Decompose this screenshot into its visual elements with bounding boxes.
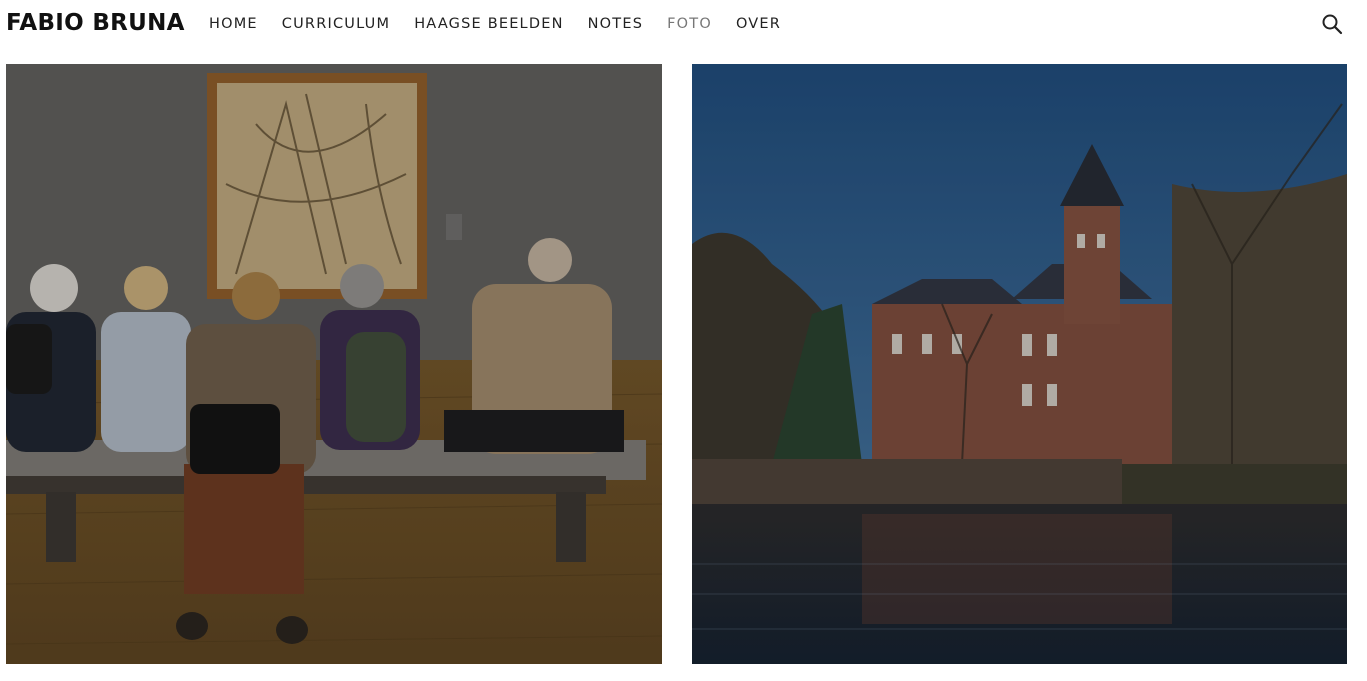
site-header: FABIO BRUNA HOME CURRICULUM HAAGSE BEELD… — [0, 0, 1367, 52]
nav-item-haagse-beelden[interactable]: HAAGSE BEELDEN — [414, 16, 563, 32]
photo-overlay — [6, 64, 662, 664]
photo-overlay — [692, 64, 1347, 664]
gallery-photo-museum[interactable] — [6, 64, 662, 664]
search-icon[interactable] — [1321, 13, 1343, 35]
nav-item-foto[interactable]: FOTO — [667, 16, 712, 32]
nav-item-notes[interactable]: NOTES — [588, 16, 643, 32]
gallery-photo-castle[interactable] — [692, 64, 1347, 664]
nav-item-home[interactable]: HOME — [209, 16, 258, 32]
nav-item-over[interactable]: OVER — [736, 16, 781, 32]
main-nav: HOME CURRICULUM HAAGSE BEELDEN NOTES FOT… — [209, 16, 805, 32]
site-logo[interactable]: FABIO BRUNA — [6, 10, 185, 36]
nav-item-curriculum[interactable]: CURRICULUM — [282, 16, 390, 32]
